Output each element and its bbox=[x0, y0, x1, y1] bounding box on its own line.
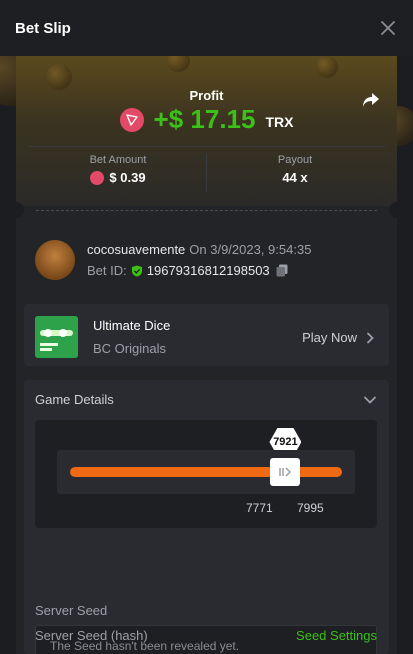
game-details-card: Game Details 7921 7771 7995 Server Seed … bbox=[24, 380, 389, 654]
profit-value: +$ 17.15 bbox=[153, 104, 256, 134]
trx-coin-icon bbox=[90, 170, 105, 185]
bet-amount-label: Bet Amount bbox=[89, 154, 147, 166]
username[interactable]: cocosuavemente bbox=[87, 242, 185, 257]
bet-amount-text: $ 0.39 bbox=[109, 170, 146, 185]
bet-amount-stat: Bet Amount $ 0.39 bbox=[30, 154, 206, 185]
bet-date: On 3/9/2023, 9:54:35 bbox=[189, 242, 312, 257]
slider-container bbox=[57, 450, 355, 494]
background-coin bbox=[46, 64, 72, 90]
grip-icon bbox=[279, 467, 292, 477]
play-now-button[interactable]: Play Now bbox=[302, 330, 377, 345]
close-icon bbox=[381, 21, 395, 35]
chevron-right-icon bbox=[367, 332, 374, 343]
background-coin bbox=[166, 56, 190, 72]
game-provider: BC Originals bbox=[93, 341, 166, 356]
range-high: 7995 bbox=[297, 501, 324, 515]
header-title: Bet Slip bbox=[15, 19, 71, 37]
avatar[interactable] bbox=[35, 240, 75, 280]
payout-value: 44 x bbox=[282, 170, 308, 185]
bet-id-value: 19679316812198503 bbox=[146, 263, 270, 278]
bet-id-label: Bet ID: bbox=[87, 263, 127, 278]
ultimate-dice-thumbnail[interactable] bbox=[35, 316, 78, 358]
close-button[interactable] bbox=[378, 18, 398, 38]
ticket-notch bbox=[389, 202, 405, 218]
game-card: Ultimate Dice BC Originals Play Now bbox=[24, 304, 389, 366]
profit-row: +$ 17.15 TRX bbox=[16, 104, 397, 135]
background-coin bbox=[316, 56, 338, 78]
user-line: cocosuavemente On 3/9/2023, 9:54:35 bbox=[87, 242, 311, 257]
shield-check-icon bbox=[131, 265, 142, 276]
copy-icon[interactable] bbox=[276, 264, 288, 277]
divider bbox=[28, 146, 385, 147]
seed-settings-link[interactable]: Seed Settings bbox=[296, 628, 377, 643]
payout-stat: Payout 44 x bbox=[207, 154, 383, 185]
server-seed-hash-label: Server Seed (hash) bbox=[35, 628, 148, 643]
chevron-down-icon[interactable] bbox=[363, 395, 377, 405]
dice-result-panel: 7921 7771 7995 bbox=[35, 420, 377, 528]
bet-slip-header: Bet Slip bbox=[0, 0, 413, 56]
bet-id-line: Bet ID: 19679316812198503 bbox=[87, 263, 288, 278]
profit-label: Profit bbox=[189, 88, 224, 103]
ticket-divider bbox=[36, 210, 377, 211]
slider-track bbox=[70, 467, 342, 477]
bet-amount-value: $ 0.39 bbox=[30, 170, 206, 185]
slider-handle[interactable] bbox=[270, 458, 301, 486]
ticket-notch bbox=[8, 202, 24, 218]
bet-slip-card: Profit +$ 17.15 TRX Bet Amount $ 0.39 Pa… bbox=[8, 56, 405, 654]
profit-currency: TRX bbox=[265, 113, 294, 130]
game-title[interactable]: Ultimate Dice bbox=[93, 318, 170, 333]
game-details-title: Game Details bbox=[35, 392, 114, 407]
profit-block: Profit +$ 17.15 TRX Bet Amount $ 0.39 Pa… bbox=[16, 56, 397, 206]
play-now-label: Play Now bbox=[302, 330, 357, 345]
payout-label: Payout bbox=[277, 154, 313, 166]
trx-coin-icon bbox=[119, 107, 144, 132]
share-icon bbox=[363, 93, 379, 107]
bet-slip-body: Profit +$ 17.15 TRX Bet Amount $ 0.39 Pa… bbox=[0, 56, 413, 654]
share-button[interactable] bbox=[361, 90, 381, 110]
range-low: 7771 bbox=[246, 501, 273, 515]
server-seed-label: Server Seed bbox=[35, 603, 108, 618]
dice-game-icon bbox=[35, 316, 78, 358]
user-row: cocosuavemente On 3/9/2023, 9:54:35 Bet I… bbox=[35, 240, 375, 282]
